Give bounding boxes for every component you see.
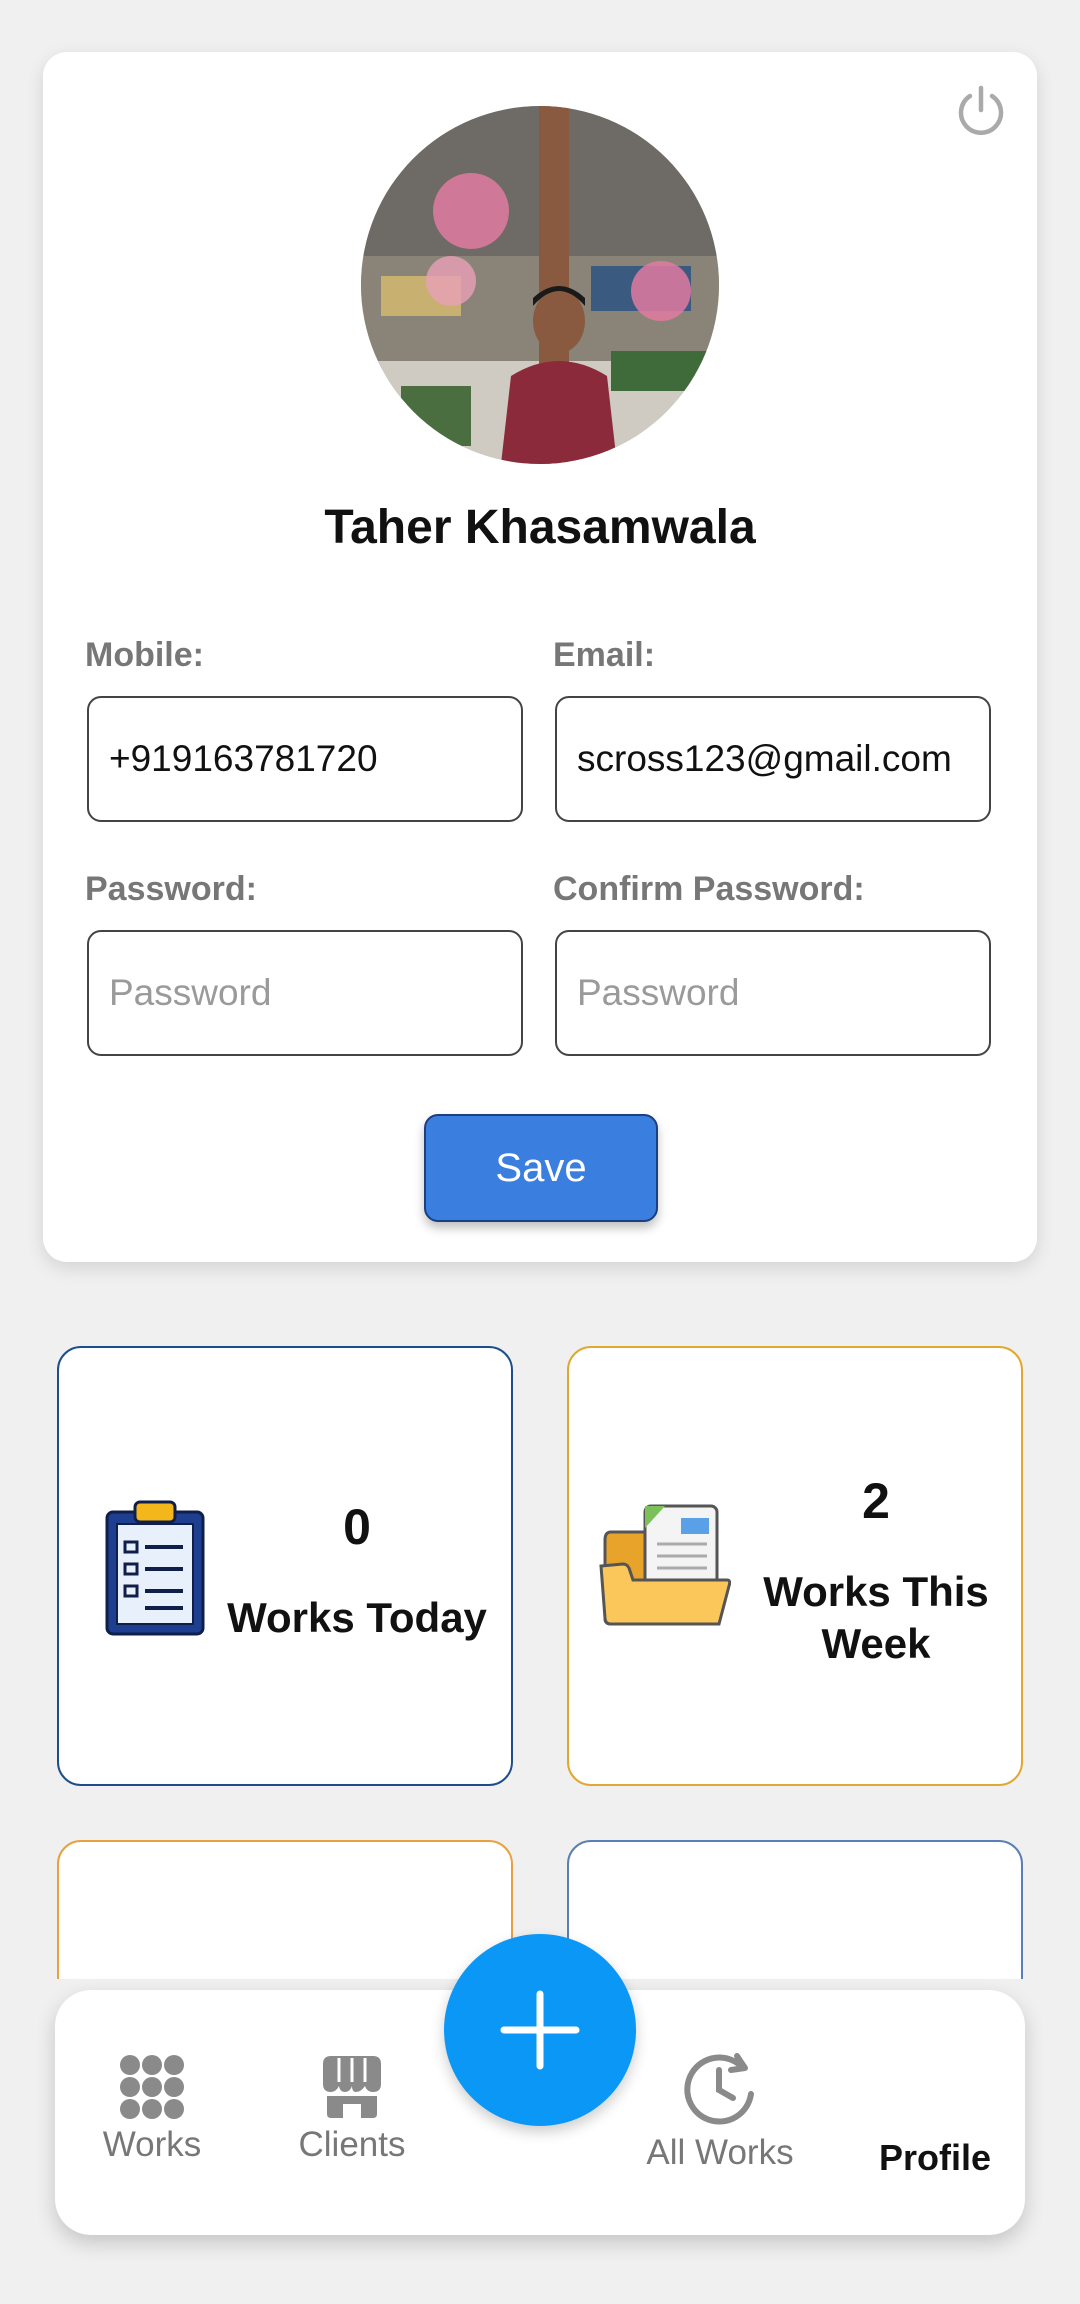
nav-item-clients[interactable]: Clients — [272, 2054, 432, 2165]
mobile-label: Mobile: — [85, 636, 204, 674]
works-this-week-count: 2 — [862, 1473, 890, 1529]
email-label: Email: — [553, 636, 656, 674]
avatar[interactable] — [361, 106, 719, 464]
plus-icon — [500, 1990, 580, 2070]
clock-refresh-icon — [684, 2053, 754, 2125]
nav-label-profile: Profile — [878, 2137, 992, 2178]
folder-document-icon — [599, 1504, 731, 1626]
email-field[interactable] — [555, 696, 991, 822]
works-today-count: 0 — [343, 1499, 371, 1555]
password-field[interactable] — [87, 930, 523, 1056]
save-button[interactable]: Save — [424, 1114, 658, 1222]
add-button[interactable] — [444, 1934, 636, 2126]
stat-card-works-today[interactable]: 0 Works Today — [57, 1346, 513, 1786]
confirm-password-field[interactable] — [555, 930, 991, 1056]
password-label: Password: — [85, 870, 257, 908]
building-icon — [323, 2056, 381, 2118]
nav-label-works: Works — [102, 2125, 202, 2164]
nav-label-clients: Clients — [298, 2125, 406, 2164]
grid-dots-icon — [120, 2055, 184, 2119]
works-this-week-label: Works This Week — [763, 1568, 989, 1667]
nav-item-profile[interactable]: Profile — [850, 2137, 1020, 2179]
works-today-label: Works Today — [227, 1594, 487, 1641]
profile-photo — [361, 106, 719, 464]
nav-item-works[interactable]: Works — [77, 2054, 227, 2165]
nav-item-all-works[interactable]: All Works — [635, 2050, 805, 2173]
mobile-field[interactable] — [87, 696, 523, 822]
user-name: Taher Khasamwala — [324, 501, 756, 554]
power-icon[interactable] — [953, 82, 1009, 138]
confirm-password-label: Confirm Password: — [553, 870, 865, 908]
profile-card: Taher Khasamwala Mobile: Email: Password… — [43, 52, 1037, 1262]
clipboard-checklist-icon — [105, 1500, 205, 1636]
stat-card-works-this-week[interactable]: 2 Works This Week — [567, 1346, 1023, 1786]
nav-label-all-works: All Works — [646, 2133, 794, 2172]
